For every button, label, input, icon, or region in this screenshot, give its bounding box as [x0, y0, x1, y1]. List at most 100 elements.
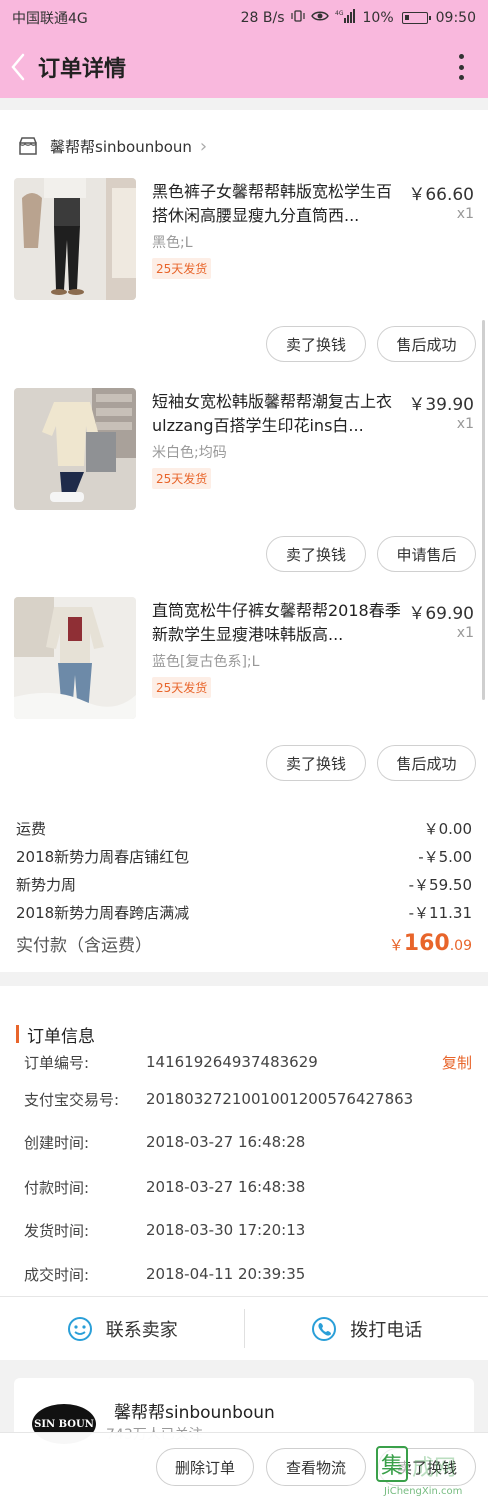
total-amount: ￥160.09 [389, 931, 472, 956]
shop-link[interactable]: 馨帮帮sinbounboun › [0, 124, 488, 168]
info-label: 订单编号: [24, 1053, 90, 1072]
order-item[interactable]: 直筒宽松牛仔裤女馨帮帮2018春季新款学生显瘦港味韩版高... ￥69.90 x… [0, 597, 488, 807]
shipping-badge: 25天发货 [152, 677, 212, 698]
product-title[interactable]: 短袖女宽松韩版馨帮帮潮复古上衣ulzzang百搭学生印花ins白... [152, 390, 402, 438]
order-info-title: 订单信息 [27, 1026, 95, 1047]
shop-name: 馨帮帮sinbounboun [50, 137, 192, 156]
info-label: 支付宝交易号: [24, 1090, 120, 1109]
info-row: 发货时间: 2018-03-30 17:20:13 [24, 1218, 464, 1242]
svg-text:4G: 4G [335, 10, 344, 17]
total-decimal: .09 [449, 937, 472, 954]
order-info-header: 订单信息 [16, 1024, 95, 1047]
carrier-label: 中国联通4G [12, 11, 88, 27]
order-info-card: 订单信息 订单编号: 141619264937483629 复制 支付宝交易号:… [0, 986, 488, 1296]
resell-button[interactable]: 卖了换钱 [266, 536, 366, 572]
product-spec: 蓝色[复古色系];L [152, 654, 260, 670]
order-items-card: 馨帮帮sinbounboun › 黑色裤子女馨帮帮韩版宽松学生百搭休闲高腰显瘦九… [0, 110, 488, 972]
order-item[interactable]: 黑色裤子女馨帮帮韩版宽松学生百搭休闲高腰显瘦九分直筒西... ￥66.60 x1… [0, 178, 488, 388]
watermark-url: JiChengXin.com [384, 1486, 463, 1497]
fee-label: 新势力周 [16, 875, 77, 894]
shop-card-name: 馨帮帮sinbounboun [114, 1403, 275, 1423]
product-image[interactable] [14, 388, 136, 510]
contact-bar: 联系卖家 拨打电话 [0, 1296, 488, 1360]
fee-label: 运费 [16, 819, 47, 838]
clock: 09:50 [435, 10, 476, 26]
store-icon [19, 137, 37, 155]
info-row: 成交时间: 2018-04-11 20:39:35 [24, 1262, 464, 1286]
order-number: 141619264937483629 [146, 1053, 318, 1071]
product-price: ￥39.90 [408, 395, 474, 415]
accent-bar [16, 1025, 19, 1043]
watermark-logo: 集 [376, 1446, 408, 1482]
info-label: 成交时间: [24, 1265, 90, 1284]
phone-icon [312, 1316, 337, 1341]
shipping-badge: 25天发货 [152, 258, 212, 279]
order-item[interactable]: 短袖女宽松韩版馨帮帮潮复古上衣ulzzang百搭学生印花ins白... ￥39.… [0, 388, 488, 598]
product-spec: 米白色;均码 [152, 445, 227, 461]
chat-bubble-icon [67, 1316, 92, 1341]
product-qty: x1 [456, 206, 474, 222]
info-label: 发货时间: [24, 1221, 90, 1240]
resell-button[interactable]: 卖了换钱 [266, 326, 366, 362]
after-sales-button[interactable]: 申请售后 [377, 536, 476, 572]
total-integer: 160 [403, 930, 450, 956]
fee-value: ￥0.00 [423, 819, 472, 838]
info-row: 支付宝交易号: 2018032721001001200576427863 [24, 1087, 464, 1111]
info-row: 创建时间: 2018-03-27 16:48:28 [24, 1130, 464, 1154]
fee-value: -￥59.50 [408, 875, 472, 894]
info-value: 2018-03-27 16:48:28 [146, 1133, 306, 1151]
chevron-right-icon: › [199, 135, 208, 157]
fee-row: 运费 ￥0.00 [16, 814, 472, 842]
watermark: 集 成网 JiChengXin.com [372, 1444, 488, 1500]
fee-value: -￥5.00 [418, 847, 472, 866]
status-right: 28 B/s 4G 10% 09:50 [241, 9, 476, 27]
info-value: 2018-03-27 16:48:38 [146, 1178, 306, 1196]
nav-bar: 订单详情 [0, 36, 488, 98]
net-speed: 28 B/s [240, 10, 285, 26]
call-button[interactable]: 拨打电话 [245, 1297, 488, 1360]
product-title[interactable]: 黑色裤子女馨帮帮韩版宽松学生百搭休闲高腰显瘦九分直筒西... [152, 180, 402, 228]
product-image[interactable] [14, 178, 136, 300]
view-logistics-button[interactable]: 查看物流 [266, 1448, 366, 1486]
scrollbar[interactable] [482, 320, 485, 700]
info-row: 订单编号: 141619264937483629 [24, 1050, 464, 1074]
resell-button[interactable]: 卖了换钱 [266, 745, 366, 781]
product-spec: 黑色;L [152, 235, 193, 251]
info-value: 2018-03-30 17:20:13 [146, 1221, 306, 1239]
call-label: 拨打电话 [350, 1319, 423, 1341]
total-row: 实付款（含运费） ￥160.09 [16, 926, 472, 960]
fee-row: 新势力周 -￥59.50 [16, 870, 472, 898]
after-sales-button[interactable]: 售后成功 [377, 326, 476, 362]
signal-icon: 4G [335, 9, 357, 27]
fee-value: -￥11.31 [408, 903, 472, 922]
product-qty: x1 [456, 625, 474, 641]
fee-row: 2018新势力周春跨店满减 -￥11.31 [16, 898, 472, 926]
copy-button[interactable]: 复制 [442, 1052, 472, 1073]
total-currency: ￥ [388, 935, 404, 954]
battery-icon [401, 12, 431, 24]
product-title[interactable]: 直筒宽松牛仔裤女馨帮帮2018春季新款学生显瘦港味韩版高... [152, 599, 402, 647]
info-label: 创建时间: [24, 1133, 90, 1152]
total-label: 实付款（含运费） [16, 935, 152, 956]
contact-seller-label: 联系卖家 [105, 1319, 178, 1341]
contact-seller-button[interactable]: 联系卖家 [0, 1297, 244, 1360]
product-image[interactable] [14, 597, 136, 719]
info-label: 付款时间: [24, 1178, 90, 1197]
product-qty: x1 [456, 416, 474, 432]
page-title: 订单详情 [38, 57, 127, 82]
chevron-left-icon [11, 53, 25, 81]
fee-label: 2018新势力周春跨店满减 [16, 903, 190, 922]
back-button[interactable] [4, 36, 32, 98]
shipping-badge: 25天发货 [152, 468, 212, 489]
more-vertical-icon[interactable] [456, 54, 466, 80]
product-price: ￥66.60 [408, 185, 474, 205]
info-row: 付款时间: 2018-03-27 16:48:38 [24, 1175, 464, 1199]
after-sales-button[interactable]: 售后成功 [377, 745, 476, 781]
status-bar: 中国联通4G 28 B/s 4G 10% 09:50 [0, 0, 488, 36]
watermark-text: 成网 [412, 1456, 457, 1481]
vibrate-icon [290, 9, 305, 27]
fee-label: 2018新势力周春店铺红包 [16, 847, 190, 866]
eye-icon [310, 10, 329, 26]
delete-order-button[interactable]: 删除订单 [156, 1448, 254, 1486]
product-price: ￥69.90 [408, 604, 474, 624]
